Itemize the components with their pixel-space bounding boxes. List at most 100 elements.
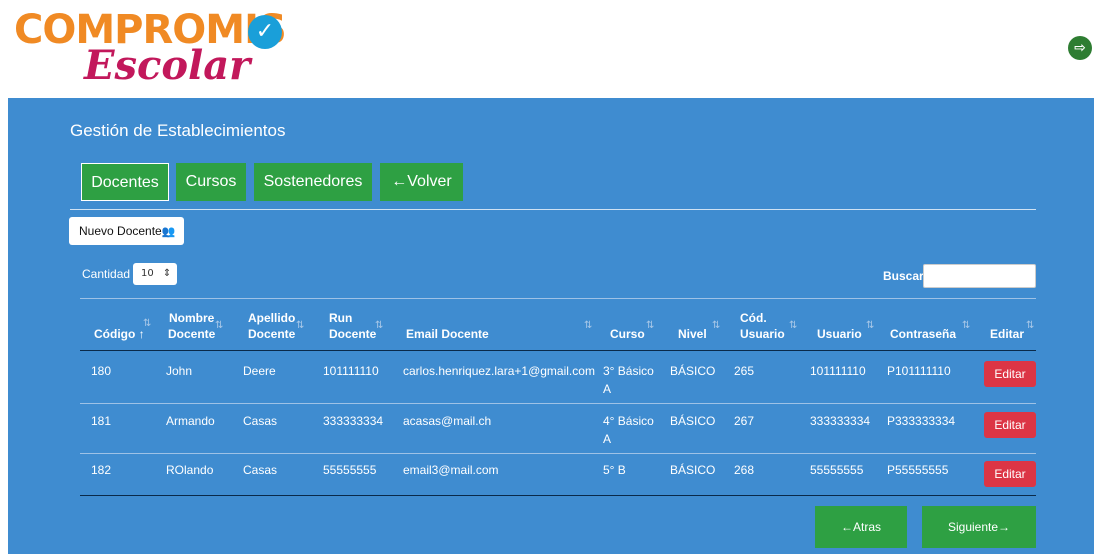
cell-run: 55555555 xyxy=(323,463,377,477)
sort-icon: ⇅ xyxy=(646,320,655,331)
arrow-right-icon: → xyxy=(998,520,1011,534)
cell-nombre: Armando xyxy=(166,414,215,428)
cell-curso: 3° Básico A xyxy=(603,362,654,398)
compromiso-escolar-logo[interactable]: COMPROMIS ✓ Escolar xyxy=(14,6,287,96)
edit-button[interactable]: Editar xyxy=(984,461,1036,487)
col-header-usuario[interactable]: Usuario xyxy=(817,326,862,342)
cell-curso: 4° Básico A xyxy=(603,412,654,448)
col-header-label-line2: Docente xyxy=(168,327,216,341)
sort-icon: ⇅ xyxy=(584,320,593,331)
sort-icon: ⇅ xyxy=(866,320,875,331)
logo-wordmark-bottom: Escolar xyxy=(84,42,251,89)
cell-curso-line2: A xyxy=(603,432,612,446)
arrow-left-icon: ← xyxy=(840,520,853,534)
col-header-label-line2: Docente xyxy=(329,327,377,341)
row-divider xyxy=(80,403,1036,404)
table-top-border xyxy=(80,298,1036,299)
logout-icon[interactable]: ⇨ xyxy=(1068,36,1092,60)
new-teacher-label: Nuevo Docente xyxy=(79,224,162,238)
col-header-label-line1: Cód. xyxy=(740,311,767,325)
tabs-divider xyxy=(70,209,1036,210)
col-header-codigo[interactable]: Código ↑ xyxy=(94,326,145,342)
search-label: Buscar xyxy=(883,269,924,283)
table-header-border xyxy=(80,350,1036,351)
cell-email: email3@mail.com xyxy=(403,463,499,477)
cell-codigo: 182 xyxy=(91,463,112,477)
cell-email: carlos.henriquez.lara+1@gmail.com xyxy=(403,364,595,378)
cell-cod-usuario: 265 xyxy=(734,364,755,378)
col-header-nombre[interactable]: Nombre Docente xyxy=(168,310,215,342)
col-header-editar[interactable]: Editar xyxy=(990,326,1024,342)
quantity-value: 10 xyxy=(141,268,154,279)
edit-button[interactable]: Editar xyxy=(984,361,1036,387)
cell-usuario: 101111110 xyxy=(810,364,866,378)
page-title: Gestión de Establecimientos xyxy=(70,121,286,140)
cell-nivel: BÁSICO xyxy=(670,463,716,477)
cell-apellido: Casas xyxy=(243,463,278,477)
back-button-label: Volver xyxy=(407,173,452,190)
quantity-label: Cantidad xyxy=(82,267,131,281)
next-page-button[interactable]: Siguiente→ xyxy=(922,506,1036,548)
col-header-label-line2: Usuario xyxy=(740,327,785,341)
prev-page-button[interactable]: ←Atras xyxy=(815,506,907,548)
cell-curso-line2: A xyxy=(603,382,612,396)
check-icon: ✓ xyxy=(248,15,282,49)
app-header: COMPROMIS ✓ Escolar ⇨ xyxy=(0,0,1094,98)
col-header-cod-usuario[interactable]: Cód. Usuario xyxy=(740,310,785,342)
search-input[interactable] xyxy=(923,264,1036,288)
edit-button[interactable]: Editar xyxy=(984,412,1036,438)
cell-usuario: 333333334 xyxy=(810,414,871,428)
cell-curso: 5° B xyxy=(603,461,626,479)
cell-cod-usuario: 267 xyxy=(734,414,755,428)
table-bottom-border xyxy=(80,495,1036,496)
cell-codigo: 181 xyxy=(91,414,112,428)
col-header-apellido[interactable]: Apellido Docente xyxy=(248,310,295,342)
sort-icon: ⇅ xyxy=(789,320,798,331)
sort-asc-icon: ↑ xyxy=(138,327,145,341)
cell-contrasena: P333333334 xyxy=(887,414,956,428)
arrow-left-icon: ← xyxy=(391,173,408,190)
sort-icon: ⇅ xyxy=(296,320,305,331)
col-header-label-line2: Docente xyxy=(248,327,296,341)
cell-apellido: Deere xyxy=(243,364,276,378)
col-header-curso[interactable]: Curso xyxy=(610,326,645,342)
sort-icon: ⇅ xyxy=(962,320,971,331)
new-teacher-button[interactable]: Nuevo Docente👥 xyxy=(69,217,184,245)
cell-contrasena: P101111110 xyxy=(887,364,951,378)
cell-nombre: John xyxy=(166,364,193,378)
tab-sostenedores[interactable]: Sostenedores xyxy=(254,163,372,201)
cell-cod-usuario: 268 xyxy=(734,463,755,477)
cell-contrasena: P55555555 xyxy=(887,463,949,477)
col-header-label-line1: Nombre xyxy=(169,311,215,325)
next-page-label: Siguiente xyxy=(947,520,999,534)
sort-icon: ⇅ xyxy=(143,318,152,329)
sort-icon: ⇅ xyxy=(712,320,721,331)
cell-curso-line1: 3° Básico xyxy=(603,364,654,378)
cell-run: 333333334 xyxy=(323,414,384,428)
select-arrows-icon: ⇕ xyxy=(162,268,172,279)
row-divider xyxy=(80,453,1036,454)
col-header-label: Código xyxy=(94,327,136,341)
back-button[interactable]: ←Volver xyxy=(380,163,463,201)
col-header-nivel[interactable]: Nivel xyxy=(678,326,707,342)
cell-curso-line1: 5° B xyxy=(603,463,626,477)
tab-cursos[interactable]: Cursos xyxy=(176,163,246,201)
cell-run: 101111110 xyxy=(323,364,379,378)
cell-nivel: BÁSICO xyxy=(670,364,716,378)
col-header-contrasena[interactable]: Contraseña xyxy=(890,326,956,342)
cell-email: acasas@mail.ch xyxy=(403,414,492,428)
sort-icon: ⇅ xyxy=(375,320,384,331)
prev-page-label: Atras xyxy=(852,520,881,534)
users-icon: 👥 xyxy=(161,226,176,238)
col-header-run[interactable]: Run Docente xyxy=(329,310,376,342)
tab-docentes[interactable]: Docentes xyxy=(81,163,169,201)
sort-icon: ⇅ xyxy=(215,320,224,331)
cell-curso-line1: 4° Básico xyxy=(603,414,654,428)
col-header-label-line1: Run xyxy=(329,311,353,325)
cell-nombre: ROlando xyxy=(166,463,214,477)
cell-nivel: BÁSICO xyxy=(670,414,716,428)
cell-codigo: 180 xyxy=(91,364,112,378)
col-header-email[interactable]: Email Docente xyxy=(406,326,489,342)
cell-usuario: 55555555 xyxy=(810,463,864,477)
quantity-select[interactable]: 10 ⇕ xyxy=(133,263,177,285)
